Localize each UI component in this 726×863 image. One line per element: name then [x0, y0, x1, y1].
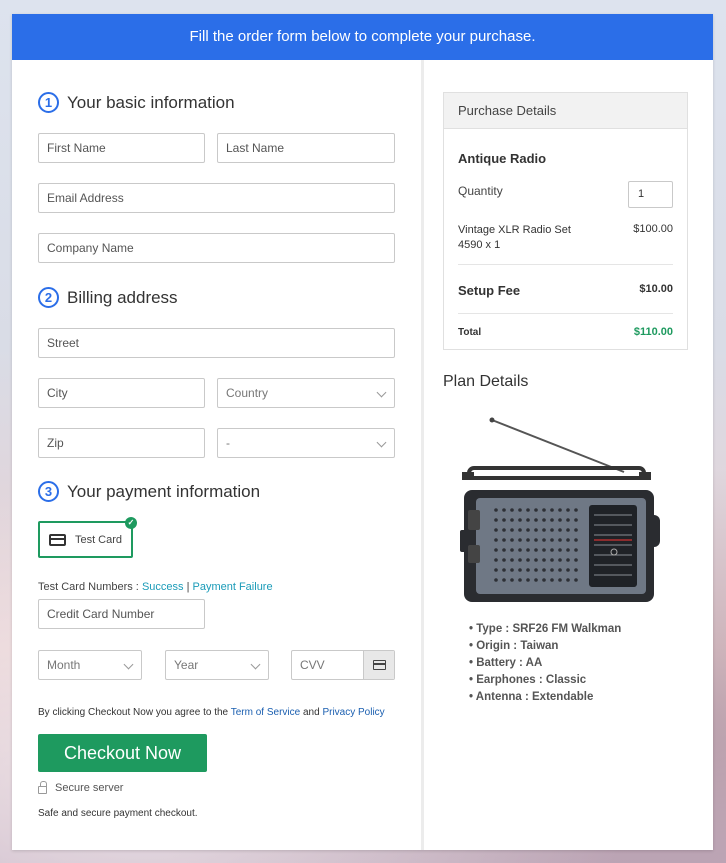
test-card-label: Test Card — [74, 533, 123, 546]
setup-fee-price: $10.00 — [639, 283, 673, 295]
checkout-now-button[interactable]: Checkout Now — [38, 734, 207, 772]
purchase-details-panel: Purchase Details Antique Radio Quantity … — [443, 92, 688, 350]
step-number: 1 — [38, 92, 59, 113]
order-form-card: Fill the order form below to complete yo… — [12, 14, 713, 850]
terms-link[interactable]: Term of Service — [231, 707, 300, 718]
chevron-down-icon — [250, 659, 261, 670]
item-description: Vintage XLR Radio Set 4590 x 1 — [458, 223, 571, 253]
item-price: $100.00 — [633, 223, 673, 235]
year-select-value: Year — [174, 658, 199, 672]
plan-specs-list: Type : SRF26 FM Walkman Origin : Taiwan … — [469, 621, 622, 706]
step-number: 3 — [38, 481, 59, 502]
credit-card-icon — [48, 533, 66, 546]
total-label: Total — [458, 327, 482, 338]
cvv-placeholder: CVV — [300, 658, 325, 672]
payment-failure-link[interactable]: Payment Failure — [193, 581, 273, 593]
year-select[interactable]: Year — [165, 650, 269, 680]
chevron-down-icon — [376, 437, 387, 448]
spec-item: Earphones : Classic — [469, 672, 621, 689]
quantity-label: Quantity — [458, 184, 503, 198]
agreement-text: By clicking Checkout Now you agree to th… — [38, 707, 385, 718]
link-separator: | — [186, 581, 190, 593]
privacy-link[interactable]: Privacy Policy — [322, 707, 384, 718]
section-payment: 3 Your payment information — [38, 481, 260, 502]
item-name: Vintage XLR Radio Set — [458, 224, 571, 236]
test-card-numbers: Test Card Numbers : Success | Payment Fa… — [38, 581, 273, 593]
spec-item: Antenna : Extendable — [469, 689, 621, 706]
zip-input[interactable]: Zip — [38, 428, 205, 458]
month-select[interactable]: Month — [38, 650, 142, 680]
test-card-option[interactable]: Test Card ✓ — [38, 517, 137, 558]
section-title: Billing address — [67, 287, 178, 307]
state-select-value: - — [226, 436, 230, 450]
lock-icon — [38, 781, 47, 794]
country-select[interactable]: Country — [217, 378, 395, 408]
country-select-value: Country — [226, 386, 269, 400]
divider — [458, 313, 673, 314]
credit-card-icon — [372, 660, 386, 670]
spec-item: Battery : AA — [469, 655, 621, 672]
radio-product-image — [460, 417, 660, 602]
first-name-input[interactable]: First Name — [38, 133, 205, 163]
step-number: 2 — [38, 287, 59, 308]
spec-item: Type : SRF26 FM Walkman — [469, 621, 621, 638]
cvv-card-button[interactable] — [363, 651, 394, 679]
success-link[interactable]: Success — [142, 581, 184, 593]
secure-server-label: Secure server — [55, 782, 124, 794]
summary-column: Purchase Details Antique Radio Quantity … — [424, 60, 713, 850]
item-quantity: 4590 x 1 — [458, 239, 501, 251]
agreement-and: and — [302, 707, 320, 718]
total-price: $110.00 — [633, 326, 673, 338]
safe-checkout-text: Safe and secure payment checkout. — [38, 808, 198, 819]
check-icon: ✓ — [125, 517, 137, 529]
section-billing: 2 Billing address — [38, 287, 178, 308]
email-input[interactable]: Email Address — [38, 183, 395, 213]
card-number-input[interactable]: Credit Card Number — [38, 599, 205, 629]
chevron-down-icon — [123, 659, 134, 670]
setup-fee-label: Setup Fee — [458, 283, 521, 298]
city-input[interactable]: City — [38, 378, 205, 408]
month-select-value: Month — [47, 658, 81, 672]
cvv-input[interactable]: CVV — [291, 650, 395, 680]
last-name-input[interactable]: Last Name — [217, 133, 395, 163]
product-name: Antique Radio — [458, 151, 547, 166]
form-column: 1 Your basic information First Name Last… — [12, 60, 421, 850]
secure-server-note: Secure server — [38, 781, 124, 794]
test-numbers-label: Test Card Numbers : — [38, 581, 139, 593]
state-select[interactable]: - — [217, 428, 395, 458]
top-banner: Fill the order form below to complete yo… — [12, 14, 713, 60]
section-basic-info: 1 Your basic information — [38, 92, 235, 113]
company-input[interactable]: Company Name — [38, 233, 395, 263]
chevron-down-icon — [376, 387, 387, 398]
plan-details-title: Plan Details — [443, 373, 529, 390]
quantity-input[interactable]: 1 — [628, 181, 673, 208]
purchase-details-header: Purchase Details — [444, 93, 687, 129]
agreement-prefix: By clicking Checkout Now you agree to th… — [38, 707, 229, 718]
section-title: Your basic information — [67, 92, 235, 112]
section-title: Your payment information — [67, 481, 261, 501]
divider — [458, 264, 673, 265]
street-input[interactable]: Street — [38, 328, 395, 358]
spec-item: Origin : Taiwan — [469, 638, 621, 655]
